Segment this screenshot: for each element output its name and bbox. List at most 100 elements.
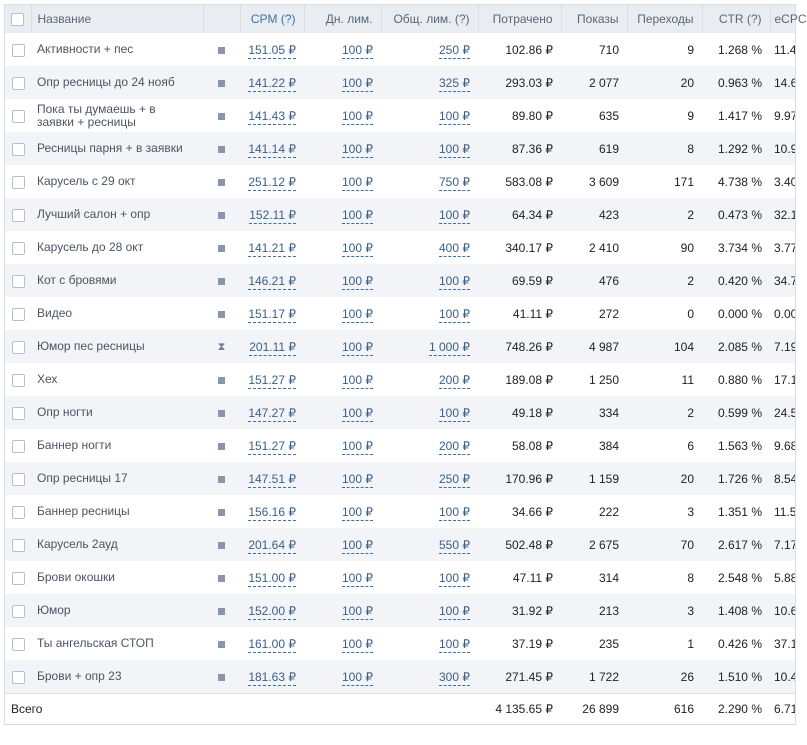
row-checkbox[interactable] [11, 76, 25, 90]
table-row[interactable]: Ресницы парня + в заявки 141.14 ₽ 100 ₽ 100… [5, 132, 795, 165]
column-header-impressions[interactable]: Показы [561, 5, 628, 33]
cpm-value[interactable]: 181.63 ₽ [248, 669, 296, 686]
campaign-name[interactable]: Опр ресницы до 24 нояб [31, 66, 203, 99]
campaign-name[interactable]: Кот с бровями [31, 264, 203, 297]
total-limit-value[interactable]: 250 ₽ [439, 42, 470, 59]
cpm-value[interactable]: 151.00 ₽ [248, 570, 296, 587]
total-limit-value[interactable]: 100 ₽ [439, 306, 470, 323]
total-limit-value[interactable]: 1 000 ₽ [429, 339, 470, 356]
cpm-value[interactable]: 151.05 ₽ [248, 42, 296, 59]
day-limit-value[interactable]: 100 ₽ [342, 603, 373, 620]
campaign-name[interactable]: Карусель до 28 окт [31, 231, 203, 264]
column-header-ctr[interactable]: CTR (?) [702, 5, 771, 33]
status-stopped-icon[interactable] [218, 640, 225, 648]
status-stopped-icon[interactable] [218, 79, 225, 87]
column-header-ecpc[interactable]: eCPC (?) [770, 5, 807, 33]
total-limit-value[interactable]: 750 ₽ [439, 174, 470, 191]
day-limit-value[interactable]: 100 ₽ [342, 570, 373, 587]
row-checkbox[interactable] [11, 538, 25, 552]
status-stopped-icon[interactable] [218, 508, 225, 516]
column-header-cpm[interactable]: CPM (?) [240, 5, 305, 33]
row-checkbox[interactable] [11, 472, 25, 486]
status-stopped-icon[interactable] [218, 46, 225, 54]
row-checkbox[interactable] [11, 670, 25, 684]
day-limit-value[interactable]: 100 ₽ [342, 75, 373, 92]
table-row[interactable]: Брови окошки 151.00 ₽ 100 ₽ 100 ₽ 47.11 ₽ 314… [5, 561, 795, 594]
row-checkbox[interactable] [11, 175, 25, 189]
row-checkbox[interactable] [11, 109, 25, 123]
table-row[interactable]: Баннер ногти 151.27 ₽ 100 ₽ 200 ₽ 58.08 ₽ 384… [5, 429, 795, 462]
select-all-checkbox[interactable] [11, 13, 25, 27]
cpm-value[interactable]: 201.64 ₽ [248, 537, 296, 554]
table-row[interactable]: Опр ресницы 17 147.51 ₽ 100 ₽ 250 ₽ 170.96 ₽… [5, 462, 795, 495]
row-checkbox[interactable] [11, 571, 25, 585]
total-limit-value[interactable]: 100 ₽ [439, 273, 470, 290]
campaign-name[interactable]: Карусель с 29 окт [31, 165, 203, 198]
campaign-name[interactable]: Хех [31, 363, 203, 396]
status-stopped-icon[interactable] [218, 673, 225, 681]
campaign-name[interactable]: Видео [31, 297, 203, 330]
day-limit-value[interactable]: 100 ₽ [342, 207, 373, 224]
day-limit-value[interactable]: 100 ₽ [342, 273, 373, 290]
status-stopped-icon[interactable] [218, 607, 225, 615]
cpm-value[interactable]: 152.11 ₽ [249, 207, 296, 224]
cpm-value[interactable]: 141.22 ₽ [248, 75, 296, 92]
status-stopped-icon[interactable] [218, 277, 225, 285]
status-stopped-icon[interactable] [218, 178, 225, 186]
table-row[interactable]: Опр ресницы до 24 нояб 141.22 ₽ 100 ₽ 325 ₽… [5, 66, 795, 99]
cpm-value[interactable]: 156.16 ₽ [248, 504, 296, 521]
status-stopped-icon[interactable] [218, 376, 225, 384]
total-limit-value[interactable]: 100 ₽ [439, 405, 470, 422]
status-stopped-icon[interactable] [218, 541, 225, 549]
row-checkbox[interactable] [11, 241, 25, 255]
status-stopped-icon[interactable] [218, 145, 225, 153]
row-checkbox[interactable] [11, 142, 25, 156]
day-limit-value[interactable]: 100 ₽ [342, 141, 373, 158]
total-limit-value[interactable]: 100 ₽ [439, 108, 470, 125]
column-header-clicks[interactable]: Переходы [627, 5, 703, 33]
table-row[interactable]: Юмор 152.00 ₽ 100 ₽ 100 ₽ 31.92 ₽213 3 1.408 %… [5, 594, 795, 627]
cpm-value[interactable]: 152.00 ₽ [248, 603, 296, 620]
total-limit-value[interactable]: 550 ₽ [439, 537, 470, 554]
status-stopped-icon[interactable] [218, 244, 225, 252]
row-checkbox[interactable] [11, 505, 25, 519]
table-row[interactable]: Активности + пес 151.05 ₽ 100 ₽ 250 ₽ 102.86… [5, 33, 795, 66]
total-limit-value[interactable]: 100 ₽ [439, 570, 470, 587]
table-row[interactable]: Баннер ресницы 156.16 ₽ 100 ₽ 100 ₽ 34.66 ₽ 2… [5, 495, 795, 528]
row-checkbox[interactable] [11, 340, 25, 354]
cpm-value[interactable]: 147.51 ₽ [248, 471, 296, 488]
table-row[interactable]: Хех 151.27 ₽ 100 ₽ 200 ₽ 189.08 ₽ 1 250 11 0.88… [5, 363, 795, 396]
hourglass-icon[interactable]: ⧗ [218, 341, 226, 354]
table-row[interactable]: Пока ты думаешь + в заявки + ресницы 141.… [5, 99, 795, 132]
status-stopped-icon[interactable] [218, 442, 225, 450]
day-limit-value[interactable]: 100 ₽ [342, 306, 373, 323]
campaign-name[interactable]: Опр ресницы 17 [31, 462, 203, 495]
column-header-name[interactable]: Название [31, 5, 204, 33]
total-limit-value[interactable]: 325 ₽ [439, 75, 470, 92]
total-limit-value[interactable]: 100 ₽ [439, 207, 470, 224]
total-limit-value[interactable]: 100 ₽ [439, 504, 470, 521]
day-limit-value[interactable]: 100 ₽ [342, 504, 373, 521]
status-stopped-icon[interactable] [218, 310, 225, 318]
total-limit-value[interactable]: 100 ₽ [439, 141, 470, 158]
row-checkbox[interactable] [11, 307, 25, 321]
day-limit-value[interactable]: 100 ₽ [342, 174, 373, 191]
cpm-value[interactable]: 151.27 ₽ [248, 372, 296, 389]
day-limit-value[interactable]: 100 ₽ [342, 636, 373, 653]
column-header-total-limit[interactable]: Общ. лим. (?) [381, 5, 479, 33]
day-limit-value[interactable]: 100 ₽ [342, 438, 373, 455]
cpm-value[interactable]: 201.11 ₽ [249, 339, 296, 356]
campaign-name[interactable]: Ты ангельская СТОП [31, 627, 203, 660]
campaign-name[interactable]: Юмор [31, 594, 203, 627]
campaign-name[interactable]: Юмор пес ресницы [31, 330, 203, 363]
row-checkbox[interactable] [11, 406, 25, 420]
total-limit-value[interactable]: 100 ₽ [439, 636, 470, 653]
cpm-value[interactable]: 146.21 ₽ [248, 273, 296, 290]
status-stopped-icon[interactable] [218, 112, 225, 120]
day-limit-value[interactable]: 100 ₽ [342, 42, 373, 59]
table-row[interactable]: Лучший салон + опр 152.11 ₽ 100 ₽ 100 ₽ 64.3… [5, 198, 795, 231]
campaign-name[interactable]: Ресницы парня + в заявки [31, 132, 203, 165]
campaign-name[interactable]: Пока ты думаешь + в заявки + ресницы [31, 99, 203, 132]
row-checkbox[interactable] [11, 604, 25, 618]
campaign-name[interactable]: Активности + пес [31, 33, 203, 66]
